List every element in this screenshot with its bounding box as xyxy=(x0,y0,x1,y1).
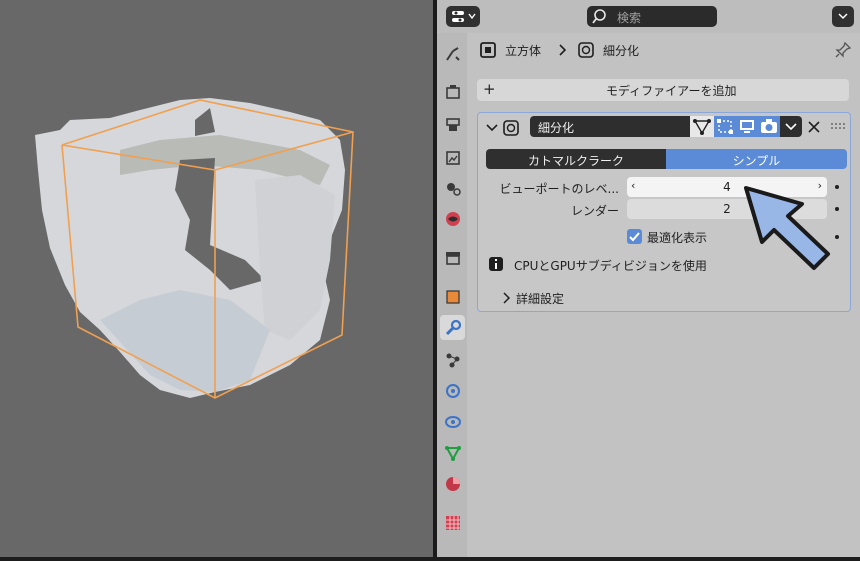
collection-icon xyxy=(445,251,460,265)
render-icon xyxy=(445,84,460,99)
modifier-name: 細分化 xyxy=(538,121,575,135)
tab-output[interactable] xyxy=(440,112,465,137)
toggle-on-cage[interactable] xyxy=(690,116,714,137)
world-icon xyxy=(445,211,460,226)
wrench-icon xyxy=(445,319,461,335)
tab-catmull-clark[interactable]: カトマルクラーク xyxy=(486,149,666,169)
scene-icon xyxy=(446,182,461,196)
tab-data[interactable] xyxy=(440,440,465,465)
object-cube-icon xyxy=(480,42,496,58)
tab-modifiers[interactable] xyxy=(440,315,465,340)
tab-material[interactable] xyxy=(440,471,465,496)
subdivision-modifier-icon xyxy=(503,120,519,136)
constraints-icon xyxy=(444,415,461,428)
tab-simple[interactable]: シンプル xyxy=(666,149,847,169)
search-placeholder: 検索 xyxy=(617,11,642,25)
optimal-display-label: 最適化表示 xyxy=(647,231,708,245)
physics-icon xyxy=(445,383,460,398)
search-field[interactable]: 検索 xyxy=(587,6,717,27)
3d-viewport[interactable] xyxy=(0,0,433,557)
output-icon xyxy=(445,117,460,131)
tab-simple-label: シンプル xyxy=(732,154,781,168)
particles-icon xyxy=(446,353,459,367)
render-levels-label: レンダー xyxy=(570,204,619,218)
chevron-right-icon xyxy=(559,44,567,56)
pin-button[interactable] xyxy=(834,41,852,59)
properties-editor-icon xyxy=(452,11,476,22)
mesh-data-icon xyxy=(444,445,461,461)
tab-object[interactable] xyxy=(440,284,465,309)
tab-collection[interactable] xyxy=(440,244,465,269)
breadcrumb-modifier: 細分化 xyxy=(603,44,640,58)
advanced-label: 詳細設定 xyxy=(516,292,565,306)
chevron-down-icon xyxy=(838,13,848,20)
toggle-edit-mode[interactable] xyxy=(714,116,736,137)
object-icon xyxy=(445,289,460,304)
chevron-right-icon xyxy=(503,292,511,304)
material-icon xyxy=(445,476,460,491)
toggle-viewport[interactable] xyxy=(736,116,758,137)
properties-editor: 検索 立方体 細分化 + モディファイアーを追加 細分化 カトマルクラーク シン… xyxy=(437,0,860,557)
tab-texture[interactable] xyxy=(440,510,465,535)
view-layer-icon xyxy=(445,150,460,165)
drag-handle-icon[interactable] xyxy=(830,122,848,132)
tab-physics[interactable] xyxy=(440,378,465,403)
vertex-triangle-icon xyxy=(693,119,711,135)
tool-icon xyxy=(445,46,460,61)
close-icon[interactable] xyxy=(807,120,821,134)
info-text: CPUとGPUサブディビジョンを使用 xyxy=(514,259,707,273)
add-modifier-label: モディファイアーを追加 xyxy=(606,84,737,98)
modifier-dropdown[interactable] xyxy=(780,116,802,137)
tab-view-layer[interactable] xyxy=(440,145,465,170)
options-dropdown[interactable] xyxy=(832,6,854,27)
checkmark-icon xyxy=(629,232,640,242)
search-icon xyxy=(592,9,606,24)
monitor-icon xyxy=(740,120,754,133)
add-modifier-button[interactable]: + モディファイアーを追加 xyxy=(477,79,849,101)
tab-catmull-clark-label: カトマルクラーク xyxy=(527,154,624,168)
texture-icon xyxy=(445,515,460,530)
tab-tool[interactable] xyxy=(440,41,465,66)
pin-icon xyxy=(835,41,852,58)
toggle-render[interactable] xyxy=(758,116,780,137)
info-icon xyxy=(489,257,503,271)
annotation-arrow-icon xyxy=(744,186,830,270)
properties-header: 検索 xyxy=(437,0,860,33)
modifier-icon xyxy=(578,42,594,58)
plus-icon: + xyxy=(483,80,496,98)
tab-render[interactable] xyxy=(440,79,465,104)
advanced-subpanel[interactable]: 詳細設定 xyxy=(498,289,698,307)
breadcrumb-object: 立方体 xyxy=(505,44,542,58)
tab-world[interactable] xyxy=(440,206,465,231)
modifier-name-field[interactable]: 細分化 xyxy=(530,116,690,137)
collapse-chevron-icon[interactable] xyxy=(485,121,499,135)
optimal-display-checkbox[interactable] xyxy=(627,229,642,244)
camera-icon xyxy=(761,119,777,133)
editor-type-button[interactable] xyxy=(446,6,480,27)
tab-scene[interactable] xyxy=(440,175,465,200)
viewport-levels-label: ビューポートのレベ... xyxy=(499,182,619,196)
properties-tabs xyxy=(437,33,467,557)
edit-mode-icon xyxy=(717,119,733,134)
tab-constraints[interactable] xyxy=(440,409,465,434)
viewport-scene xyxy=(35,98,354,399)
tab-particles[interactable] xyxy=(440,347,465,372)
chevron-down-icon xyxy=(785,123,797,131)
